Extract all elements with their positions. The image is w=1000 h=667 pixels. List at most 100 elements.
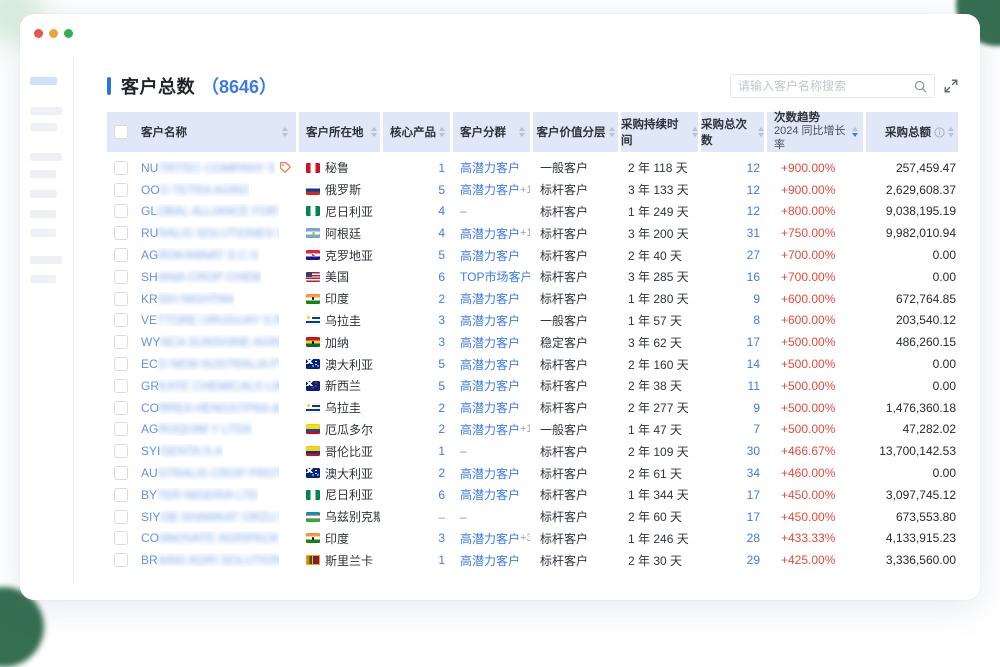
customer-name-link[interactable]: SHANIA CROP CHEM [141,270,261,284]
table-row[interactable]: OOO TETRA AGRO 俄罗斯 5 高潜力客户 +1 标杆客户 3 年 1… [107,179,958,201]
segment-link[interactable]: 高潜力客户 [460,465,520,482]
segment-link[interactable]: 高潜力客户 [460,334,520,351]
table-row[interactable]: CONNOVATE AGRIPACK PRIVATE ... 印度 3 高潜力客… [107,528,958,550]
table-row[interactable]: AGROQUIM Y LTDA 厄瓜多尔 2 高潜力客户 +1 一般客户 1 年… [107,419,958,441]
row-checkbox[interactable] [114,161,128,175]
customer-name-link[interactable]: AGROKANNAT S.C.S [141,248,259,262]
table-row[interactable]: NUTRITEC COMPANY S.A.C 秘鲁 1 高潜力客户 一般客户 2… [107,157,958,179]
search-icon[interactable] [914,80,927,93]
customer-name-link[interactable]: ECO NEW AUSTRALIA PTY LIMITED [141,357,279,371]
segment-link[interactable]: 高潜力客户 [460,312,520,329]
core-products-count-link[interactable]: 5 [438,379,445,393]
core-products-count-link[interactable]: 6 [438,488,445,502]
segment-link[interactable]: TOP市场客户 [460,268,530,285]
sidebar-skeleton-item[interactable] [30,229,56,237]
segment-link[interactable]: 高潜力客户 [460,225,520,242]
customer-name-link[interactable]: RURALIS SOLUTIONES S.A [141,226,279,240]
purchase-count-link[interactable]: 34 [747,466,760,480]
sort-carets[interactable] [439,127,445,137]
info-icon[interactable] [934,127,945,138]
customer-name-link[interactable]: NUTRITEC COMPANY S.A.C [141,161,275,175]
expand-fullscreen-button[interactable] [944,79,958,93]
purchase-count-link[interactable]: 17 [747,510,760,524]
row-checkbox[interactable] [114,357,128,371]
core-products-count-link[interactable]: – [438,510,445,524]
row-checkbox[interactable] [114,488,128,502]
table-row[interactable]: KRISH NIGHTAN 印度 2 高潜力客户 标杆客户 1 年 280 天 … [107,288,958,310]
segment-link[interactable]: 高潜力客户 [460,356,520,373]
core-products-count-link[interactable]: 2 [438,401,445,415]
sidebar-skeleton-item[interactable] [30,77,57,85]
customer-name-link[interactable]: GLOBAL ALLIANCE FOR CHEMICA... [141,204,279,218]
search-input[interactable] [738,79,914,93]
sort-carets[interactable] [282,127,288,137]
segment-link[interactable]: 高潜力客户 [460,159,520,176]
customer-name-link[interactable]: VETTORE URUGUAY S.R.L [141,313,279,327]
table-row[interactable]: RURALIS SOLUTIONES S.A 阿根廷 4 高潜力客户 +1 标杆… [107,222,958,244]
customer-name-link[interactable]: AGROQUIM Y LTDA [141,422,252,436]
core-products-count-link[interactable]: 3 [438,531,445,545]
segment-link[interactable]: – [460,510,467,524]
segment-link[interactable]: 高潜力客户 [460,530,520,547]
select-all-checkbox[interactable] [114,125,128,139]
customer-name-link[interactable]: KRISH NIGHTAN [141,292,234,306]
table-row[interactable]: AUSTRALIS CROP PROTECTIONP... 澳大利亚 2 高潜力… [107,462,958,484]
row-checkbox[interactable] [114,466,128,480]
sort-carets[interactable] [948,127,954,137]
customer-name-link[interactable]: BRAINS AGRI SOLUTIONS PVT LTD [141,553,279,567]
purchase-count-link[interactable]: 9 [753,292,760,306]
table-row[interactable]: SIYOB SHAWKAT ORZU FERMERX... 乌兹别克斯坦 – –… [107,506,958,528]
customer-name-link[interactable]: CONNOVATE AGRIPACK PRIVATE ... [141,531,279,545]
customer-name-link[interactable]: OOO TETRA AGRO [141,183,249,197]
core-products-count-link[interactable]: 1 [438,444,445,458]
purchase-count-link[interactable]: 31 [747,226,760,240]
customer-name-link[interactable]: CORREA HENGSTPNA & JAROR... [141,401,279,415]
core-products-count-link[interactable]: 1 [438,553,445,567]
column-header-total-amount[interactable]: 采购总额 [866,112,958,152]
column-header-purchase-duration[interactable]: 采购持续时间 [621,112,698,152]
core-products-count-link[interactable]: 2 [438,466,445,480]
column-header-location[interactable]: 客户所在地 [299,112,380,152]
table-row[interactable]: BRAINS AGRI SOLUTIONS PVT LTD 斯里兰卡 1 高潜力… [107,549,958,571]
row-checkbox[interactable] [114,422,128,436]
sort-carets[interactable] [609,127,615,137]
segment-link[interactable]: 高潜力客户 [460,247,520,264]
row-checkbox[interactable] [114,401,128,415]
segment-link[interactable]: – [460,444,467,458]
column-header-count-trend[interactable]: 次数趋势 2024 同比增长率 [767,112,863,152]
table-row[interactable]: CORREA HENGSTPNA & JAROR... 乌拉圭 2 高潜力客户 … [107,397,958,419]
sidebar-skeleton-item[interactable] [30,210,56,218]
core-products-count-link[interactable]: 2 [438,422,445,436]
table-row[interactable]: GLOBAL ALLIANCE FOR CHEMICA... 尼日利亚 4 – … [107,201,958,223]
purchase-count-link[interactable]: 11 [748,379,760,393]
row-checkbox[interactable] [114,510,128,524]
table-row[interactable]: SHANIA CROP CHEM 美国 6 TOP市场客户 标杆客户 3 年 2… [107,266,958,288]
sidebar-skeleton-item[interactable] [30,256,62,264]
row-checkbox[interactable] [114,444,128,458]
table-row[interactable]: WYNCA SUNSHINE AGRO PRODU... 加纳 3 高潜力客户 … [107,331,958,353]
core-products-count-link[interactable]: 1 [438,161,445,175]
purchase-count-link[interactable]: 27 [747,248,760,262]
purchase-count-link[interactable]: 8 [753,313,760,327]
table-row[interactable]: BYTER NIGERIA LTD 尼日利亚 6 高潜力客户 标杆客户 1 年 … [107,484,958,506]
row-checkbox[interactable] [114,248,128,262]
customer-name-link[interactable]: BYTER NIGERIA LTD [141,488,258,502]
customer-name-link[interactable]: SIYOB SHAWKAT ORZU FERMERX... [141,510,279,524]
core-products-count-link[interactable]: 4 [438,204,445,218]
segment-link[interactable]: – [460,204,467,218]
core-products-count-link[interactable]: 5 [438,357,445,371]
sort-carets[interactable] [692,127,698,137]
segment-link[interactable]: 高潜力客户 [460,290,520,307]
core-products-count-link[interactable]: 4 [438,226,445,240]
sort-carets[interactable] [519,127,525,137]
customer-name-link[interactable]: WYNCA SUNSHINE AGRO PRODU... [141,335,279,349]
purchase-count-link[interactable]: 16 [747,270,760,284]
row-checkbox[interactable] [114,531,128,545]
row-checkbox[interactable] [114,270,128,284]
row-checkbox[interactable] [114,292,128,306]
segment-link[interactable]: 高潜力客户 [460,486,520,503]
column-header-value-tier[interactable]: 客户价值分层 [533,112,618,152]
sidebar-skeleton-item[interactable] [30,123,57,131]
table-row[interactable]: ECO NEW AUSTRALIA PTY LIMITED 澳大利亚 5 高潜力… [107,353,958,375]
segment-link[interactable]: 高潜力客户 [460,421,520,438]
